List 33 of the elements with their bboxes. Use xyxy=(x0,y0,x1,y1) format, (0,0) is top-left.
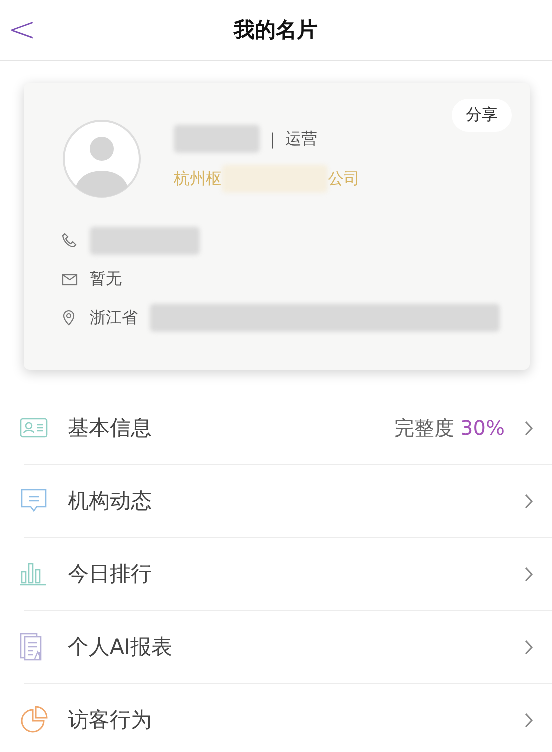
menu-label: 访客行为 xyxy=(68,707,153,734)
share-button[interactable]: 分享 xyxy=(452,99,512,132)
menu-label: 机构动态 xyxy=(68,488,153,515)
chevron-right-icon xyxy=(525,494,534,508)
menu-label: 基本信息 xyxy=(68,415,153,442)
role-separator: | xyxy=(270,130,276,148)
menu-label: 今日排行 xyxy=(68,561,153,588)
menu-item[interactable]: 访客行为 xyxy=(24,684,552,752)
pie-chart-icon xyxy=(20,706,48,734)
bar-chart-icon xyxy=(20,562,46,586)
menu-item[interactable]: 机构动态 xyxy=(24,465,552,538)
chevron-right-icon xyxy=(525,420,534,436)
completeness-value: 30% xyxy=(460,416,505,440)
chevron-right-icon xyxy=(525,640,534,654)
job-role: 运营 xyxy=(285,128,318,150)
message-icon xyxy=(20,488,48,514)
completeness-label: 完整度 xyxy=(394,414,455,442)
chevron-right-icon xyxy=(525,566,534,582)
menu-label: 个人AI报表 xyxy=(68,634,174,661)
back-button[interactable]: < xyxy=(4,10,40,50)
menu-item[interactable]: 今日排行 xyxy=(24,538,552,611)
location-pin-icon xyxy=(62,310,76,326)
menu-item[interactable]: 个人AI报表 xyxy=(24,611,552,684)
mail-icon xyxy=(62,274,78,286)
page-title: 我的名片 xyxy=(234,17,318,44)
contact-text: 浙江省 xyxy=(90,308,138,328)
id-card-icon xyxy=(20,418,48,438)
company-name-end: 公司 xyxy=(328,168,360,190)
menu-item[interactable]: 基本信息 完整度 30% xyxy=(24,392,552,465)
chevron-right-icon xyxy=(525,712,534,728)
contact-text: 暂无 xyxy=(90,269,122,290)
phone-icon xyxy=(62,233,78,249)
company-name-start: 杭州枢 xyxy=(174,168,222,190)
